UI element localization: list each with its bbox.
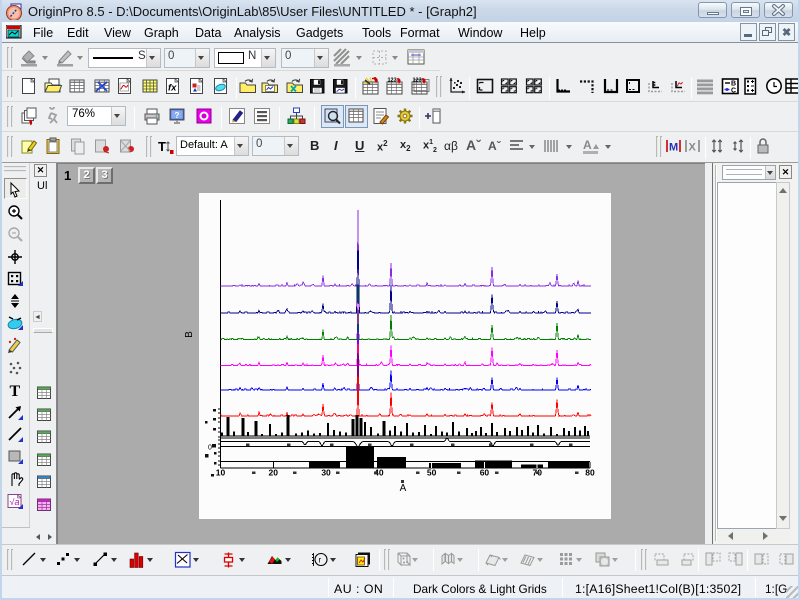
svg-text:B: B	[731, 81, 736, 88]
svg-text:A: A	[583, 138, 592, 152]
svg-text:M: M	[669, 142, 678, 154]
svg-text:10: 10	[216, 468, 226, 478]
svg-text:80: 80	[585, 468, 595, 478]
svg-text:0: 0	[208, 445, 212, 452]
svg-text:?: ?	[175, 111, 180, 120]
svg-text:60: 60	[480, 468, 490, 478]
svg-text:A: A	[400, 483, 407, 494]
svg-text:X: X	[689, 142, 697, 154]
svg-text:fx: fx	[168, 83, 177, 94]
svg-text:√a: √a	[10, 497, 20, 507]
svg-text:r: r	[318, 556, 321, 565]
svg-text:30: 30	[321, 468, 331, 478]
svg-text:50: 50	[427, 468, 437, 478]
svg-text:20: 20	[269, 468, 279, 478]
svg-text:T: T	[158, 139, 166, 154]
svg-text:C: C	[731, 88, 736, 95]
svg-text:123: 123	[387, 78, 396, 84]
svg-text:123: 123	[412, 78, 421, 84]
svg-text:T: T	[10, 383, 21, 399]
